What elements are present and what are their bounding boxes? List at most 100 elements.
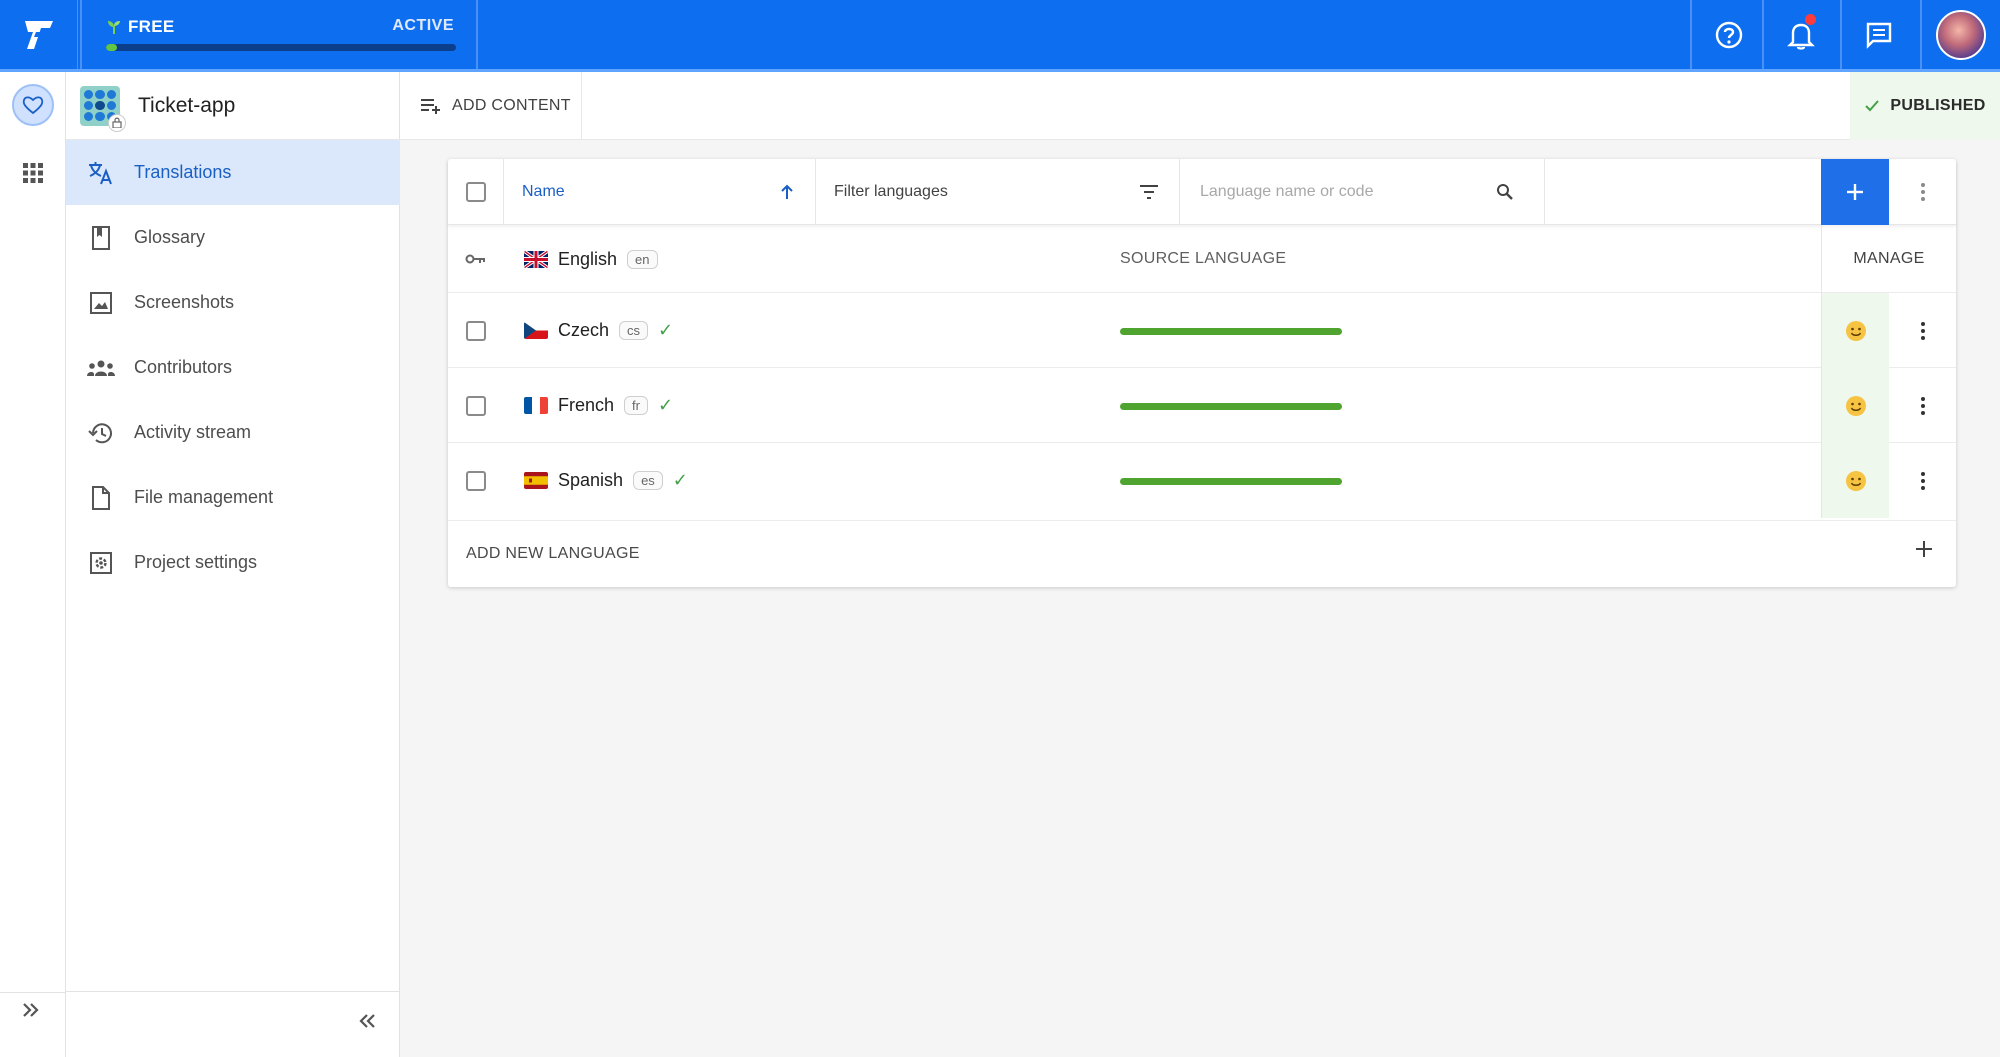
sidebar-item-activity-stream[interactable]: Activity stream [66,400,400,465]
row-more-button[interactable] [1889,443,1956,518]
lock-icon [108,113,126,132]
sidebar-item-project-settings[interactable]: Project settings [66,530,400,595]
key-icon [465,254,485,264]
sidebar-item-contributors[interactable]: Contributors [66,335,400,400]
sidebar-item-translations[interactable]: Translations [66,140,400,205]
help-icon [1715,21,1743,48]
language-row-spanish: Spanish es ✓ [448,443,1956,521]
table-header: Name Filter languages Language name or c… [448,159,1956,225]
filter-icon [1140,185,1158,199]
manage-source-button[interactable]: MANAGE [1821,225,1956,293]
row-more-button[interactable] [1889,293,1956,368]
sidebar-item-file-management[interactable]: File management [66,465,400,530]
search-placeholder: Language name or code [1200,183,1374,200]
add-content-label: ADD CONTENT [452,97,571,114]
notification-dot [1805,14,1816,25]
plus-icon [1916,541,1932,557]
source-key-cell [448,225,504,293]
language-status-button[interactable] [1821,293,1889,368]
more-vertical-icon [1920,183,1925,201]
sidebar-item-label: Project settings [134,552,258,572]
language-name-cell: Czech cs ✓ [524,293,673,368]
published-label: PUBLISHED [1890,97,1986,114]
user-menu-button[interactable] [1920,0,2000,69]
sort-by-name-button[interactable]: Name [504,159,816,225]
source-language-label: SOURCE LANGUAGE [1120,250,1287,267]
language-search-field[interactable]: Language name or code [1180,159,1545,225]
project-header[interactable]: Ticket-app [66,72,400,140]
apps-grid-button[interactable] [22,162,44,189]
language-code-tag: es [633,471,663,490]
select-all-checkbox[interactable] [465,182,486,202]
language-name: Czech [558,320,610,340]
arrow-up-icon [781,184,793,199]
search-icon [1497,184,1513,200]
add-language-button[interactable] [1821,159,1889,225]
filter-languages-label: Filter languages [834,183,948,200]
messages-button[interactable] [1840,0,1916,69]
app-logo[interactable] [0,0,78,69]
row-more-button[interactable] [1889,368,1956,443]
sidebar-item-label: Screenshots [134,292,235,312]
language-status-button[interactable] [1821,443,1889,518]
plan-label: FREE [106,17,175,37]
language-name: French [558,395,615,415]
languages-card: Name Filter languages Language name or c… [448,159,1956,587]
published-button[interactable]: PUBLISHED [1850,72,2000,140]
add-content-button[interactable]: ADD CONTENT [400,72,582,140]
language-row-czech: Czech cs ✓ [448,293,1956,368]
row-checkbox[interactable] [466,320,486,341]
collapse-sidebar-button[interactable] [356,1010,378,1038]
row-checkbox[interactable] [466,395,486,416]
add-new-language-row[interactable]: ADD NEW LANGUAGE [448,521,1956,587]
history-icon [86,418,116,448]
rail-divider [0,992,66,993]
translated-check-icon: ✓ [657,395,674,415]
plan-status-panel[interactable]: FREE ACTIVE [80,0,478,69]
plan-progress-fill [106,44,117,51]
top-bar: FREE ACTIVE [0,0,2000,72]
chat-icon [1866,22,1892,49]
language-name-cell: Spanish es ✓ [524,443,688,518]
sidebar-item-screenshots[interactable]: Screenshots [66,270,400,335]
name-column-header: Name [522,183,565,200]
heart-icon [22,96,44,115]
playlist-add-icon [421,99,440,114]
language-code-tag: cs [619,321,649,340]
sidebar-footer [66,991,400,1057]
language-name-cell: French fr ✓ [524,368,673,443]
sprout-icon [108,21,120,34]
source-language-row: English en SOURCE LANGUAGE MANAGE [448,225,1956,293]
smiley-icon [1845,395,1866,416]
user-avatar [1936,9,1986,60]
project-avatar [80,85,126,132]
notifications-button[interactable] [1762,0,1838,69]
help-button[interactable] [1690,0,1766,69]
table-more-button[interactable] [1889,159,1956,225]
language-name: English [558,248,618,269]
more-vertical-icon [1920,321,1925,340]
row-checkbox[interactable] [466,470,486,491]
file-icon [86,483,116,513]
rail-favorites-button[interactable] [12,84,54,126]
sidebar-item-label: Glossary [134,227,206,247]
translation-progress-bar [1120,403,1342,410]
sidebar-item-label: Translations [134,162,232,182]
more-vertical-icon [1920,396,1925,415]
expand-rail-button[interactable] [20,999,42,1027]
add-new-language-label: ADD NEW LANGUAGE [466,545,640,562]
translate-icon [86,158,116,188]
double-chevron-right-icon [23,1003,39,1017]
sidebar-item-glossary[interactable]: Glossary [66,205,400,270]
icon-rail [0,72,66,1057]
flag-gb-icon [524,250,548,268]
smiley-icon [1845,470,1866,491]
filter-languages-button[interactable]: Filter languages [816,159,1180,225]
apps-grid-icon [23,163,43,183]
content-toolbar: ADD CONTENT PUBLISHED [400,72,2000,140]
smiley-icon [1845,320,1866,341]
row-select-cell [448,293,504,368]
row-select-cell [448,443,504,518]
language-code-tag: fr [624,396,648,415]
language-status-button[interactable] [1821,368,1889,443]
